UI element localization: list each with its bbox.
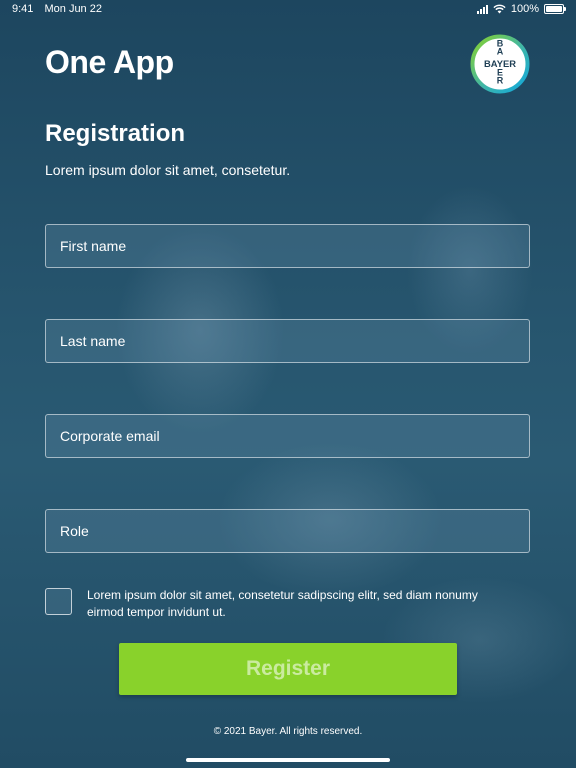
app-title: One App bbox=[45, 44, 174, 80]
status-right: 100% bbox=[476, 3, 566, 15]
registration-subtitle: Lorem ipsum dolor sit amet, consetetur. bbox=[45, 162, 291, 178]
battery-percent: 100% bbox=[510, 3, 539, 15]
status-time: 9:41 bbox=[12, 3, 34, 15]
role-input[interactable] bbox=[45, 509, 530, 553]
status-date: Mon Jun 22 bbox=[44, 3, 102, 15]
status-left: 9:41 Mon Jun 22 bbox=[12, 3, 110, 15]
register-button[interactable]: Register bbox=[119, 643, 457, 695]
consent-checkbox[interactable] bbox=[45, 588, 72, 615]
logo-horizontal-text: BAYER bbox=[484, 58, 516, 69]
first-name-input[interactable] bbox=[45, 224, 530, 268]
bayer-logo: BAER BAYER bbox=[470, 34, 530, 94]
signal-icon bbox=[476, 4, 488, 14]
copyright-footer: © 2021 Bayer. All rights reserved. bbox=[213, 726, 363, 737]
status-bar: 9:41 Mon Jun 22 100% bbox=[0, 0, 576, 18]
registration-heading: Registration bbox=[45, 120, 186, 147]
home-indicator[interactable] bbox=[186, 758, 390, 762]
corporate-email-input[interactable] bbox=[45, 414, 530, 458]
wifi-icon bbox=[493, 4, 506, 14]
battery-icon bbox=[544, 4, 566, 14]
consent-text: Lorem ipsum dolor sit amet, consetetur s… bbox=[87, 588, 478, 619]
last-name-input[interactable] bbox=[45, 319, 530, 363]
